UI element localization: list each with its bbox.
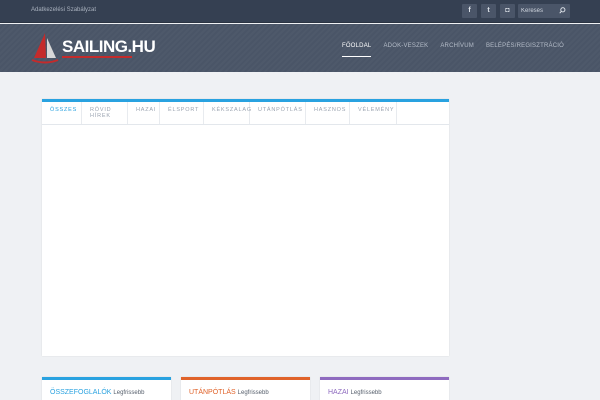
section-card-title[interactable]: UTÁNPÓTLÁS Legfrissebb — [189, 389, 269, 396]
section-suffix: Legfrissebb — [237, 390, 269, 396]
site-logo[interactable]: SAILING.HU — [31, 32, 156, 64]
section-category: ÖSSZEFOGLALÓK — [50, 389, 112, 396]
search-box — [518, 4, 570, 18]
nav-item[interactable]: ADOK-VESZEK — [377, 43, 434, 57]
section-category: UTÁNPÓTLÁS — [189, 389, 236, 396]
sail-logo-icon — [31, 33, 59, 64]
section-card: HAZAI Legfrissebb — [320, 377, 449, 400]
tab-0[interactable]: ÖSSZES — [42, 102, 82, 124]
section-suffix: Legfrissebb — [350, 390, 382, 396]
nav-item[interactable]: ARCHÍVUM — [434, 43, 480, 57]
section-suffix: Legfrissebb — [113, 390, 145, 396]
facebook-icon[interactable]: f — [462, 4, 477, 18]
search-icon[interactable] — [559, 7, 566, 14]
section-card-title[interactable]: ÖSSZEFOGLALÓK Legfrissebb — [50, 389, 144, 396]
main-nav: FŐOLDAL ADOK-VESZEK ARCHÍVUM BELÉPÉS/REGISZ… — [336, 43, 570, 57]
instagram-icon[interactable]: ◘ — [500, 4, 515, 18]
search-input[interactable] — [521, 6, 557, 16]
section-card-title[interactable]: HAZAI Legfrissebb — [328, 389, 382, 396]
category-tabs: ÖSSZES RÖVID HÍREK HAZAI ÉLSPORT KÉKSZALAG UT… — [42, 102, 449, 125]
tab-2[interactable]: HAZAI — [128, 102, 160, 124]
news-panel: ÖSSZES RÖVID HÍREK HAZAI ÉLSPORT KÉKSZALAG UT… — [42, 99, 449, 356]
logo-tagline-bar — [62, 56, 132, 58]
brand-name: SAILING.HU — [62, 37, 156, 56]
nav-item[interactable]: BELÉPÉS/REGISZTRÁCIÓ — [480, 43, 570, 57]
section-card: UTÁNPÓTLÁS Legfrissebb — [181, 377, 310, 400]
tab-6[interactable]: HASZNOS — [306, 102, 350, 124]
tab-7[interactable]: VÉLEMÉNY — [350, 102, 397, 124]
tab-1[interactable]: RÖVID HÍREK — [82, 102, 128, 124]
tab-3[interactable]: ÉLSPORT — [160, 102, 204, 124]
top-bar: Adatkezelési Szabályzat f t ◘ — [0, 0, 600, 23]
nav-item[interactable]: FŐOLDAL — [336, 43, 377, 57]
tab-4[interactable]: KÉKSZALAG — [204, 102, 251, 124]
privacy-policy-link[interactable]: Adatkezelési Szabályzat — [31, 7, 96, 13]
tab-5[interactable]: UTÁNPÓTLÁS — [250, 102, 306, 124]
section-card: ÖSSZEFOGLALÓK Legfrissebb — [42, 377, 171, 400]
section-category: HAZAI — [328, 389, 349, 396]
site-header: SAILING.HU FŐOLDAL ADOK-VESZEK ARCHÍVUM BEL… — [0, 24, 600, 72]
twitter-icon[interactable]: t — [481, 4, 496, 18]
